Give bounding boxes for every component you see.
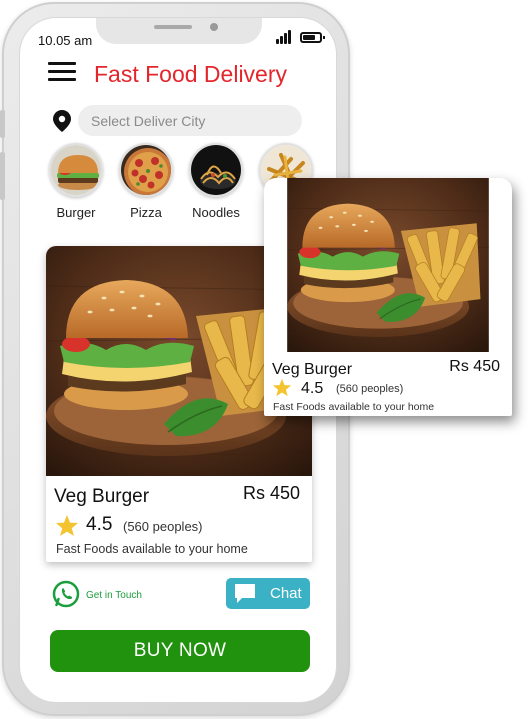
category-label: Pizza	[130, 205, 162, 220]
product-image	[264, 178, 512, 352]
review-count: (560 peoples)	[123, 519, 203, 534]
phone-volume-button	[0, 152, 5, 200]
menu-icon[interactable]	[48, 62, 76, 82]
product-name: Veg Burger	[54, 486, 150, 507]
chat-label: Chat	[270, 585, 302, 602]
chat-bubble-icon	[235, 584, 255, 603]
burger-image	[49, 143, 103, 197]
product-price: Rs 450	[242, 483, 300, 503]
chat-button[interactable]: Chat	[226, 578, 310, 609]
product-tagline: Fast Foods available to your home	[273, 401, 435, 413]
product-rating: 4.5	[86, 514, 113, 535]
product-price: Rs 450	[449, 358, 500, 375]
category-label: Noodles	[192, 205, 240, 220]
noodles-image	[189, 143, 243, 197]
city-search-input[interactable]	[78, 105, 302, 136]
whatsapp-contact-button[interactable]: Get in Touch	[52, 580, 182, 610]
front-camera	[210, 23, 218, 31]
location-pin-icon[interactable]	[53, 110, 71, 132]
product-card-popout[interactable]: Veg Burger Rs 450 4.5 (560 peoples) Fast…	[264, 178, 512, 416]
product-rating: 4.5	[301, 380, 324, 397]
whatsapp-icon	[52, 580, 80, 608]
signal-icon	[276, 30, 292, 44]
whatsapp-label: Get in Touch	[86, 590, 142, 601]
review-count: (560 peoples)	[336, 383, 404, 395]
buy-now-button[interactable]: BUY NOW	[50, 630, 310, 672]
category-label: Burger	[56, 205, 96, 220]
speaker-grille	[154, 25, 192, 29]
battery-icon	[300, 32, 325, 43]
category-burger[interactable]: Burger	[46, 143, 106, 220]
product-tagline: Fast Foods available to your home	[56, 542, 248, 556]
app-title: Fast Food Delivery	[94, 61, 288, 87]
category-pizza[interactable]: Pizza	[116, 143, 176, 220]
star-icon	[55, 514, 79, 537]
pizza-image	[119, 143, 173, 197]
phone-notch	[96, 18, 262, 44]
category-noodles[interactable]: Noodles	[186, 143, 246, 220]
product-name: Veg Burger	[272, 361, 353, 378]
star-icon	[272, 378, 292, 397]
status-time: 10.05 am	[38, 33, 93, 48]
phone-volume-button	[0, 110, 5, 138]
